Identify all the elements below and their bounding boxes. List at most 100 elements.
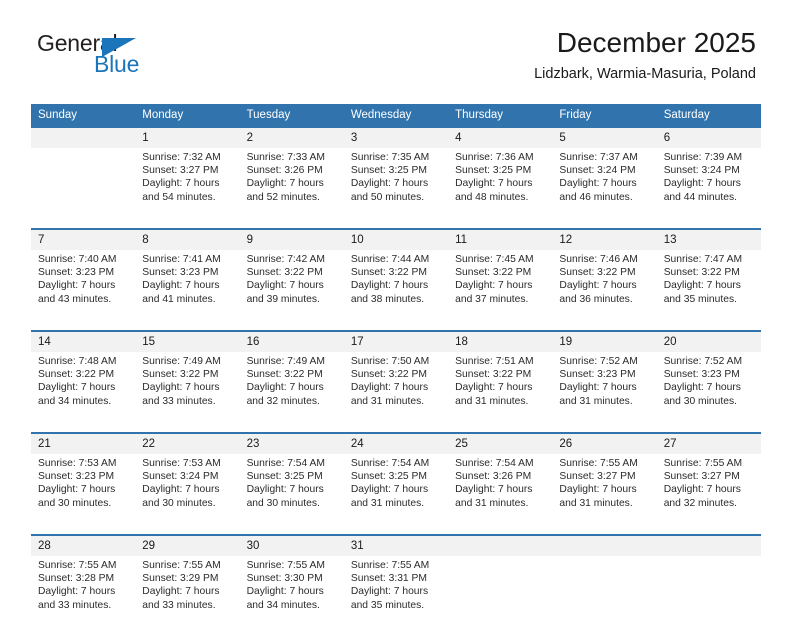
day-cell[interactable]: Sunrise: 7:42 AM Sunset: 3:22 PM Daylight:… bbox=[239, 250, 344, 325]
day-number[interactable]: 4 bbox=[448, 128, 553, 148]
sunrise-text: Sunrise: 7:32 AM bbox=[142, 152, 221, 163]
day-cell[interactable]: Sunrise: 7:52 AM Sunset: 3:23 PM Daylight:… bbox=[656, 352, 761, 427]
day-number[interactable]: 21 bbox=[31, 432, 136, 454]
day-cell[interactable]: Sunrise: 7:41 AM Sunset: 3:23 PM Daylight:… bbox=[135, 250, 240, 325]
day-number[interactable]: 18 bbox=[448, 330, 553, 352]
day-cell[interactable]: Sunrise: 7:52 AM Sunset: 3:23 PM Daylight:… bbox=[552, 352, 657, 427]
day-cell[interactable]: Sunrise: 7:33 AM Sunset: 3:26 PM Daylight:… bbox=[239, 148, 344, 223]
daylight-text: and 44 minutes. bbox=[663, 191, 737, 203]
sunset-text: Sunset: 3:22 PM bbox=[663, 267, 740, 279]
weekday-header-thursday: Thursday bbox=[448, 104, 553, 128]
weekday-header-friday: Friday bbox=[552, 104, 657, 128]
day-cell[interactable]: Sunrise: 7:51 AM Sunset: 3:22 PM Daylight:… bbox=[448, 352, 553, 427]
day-cell[interactable]: Sunrise: 7:39 AM Sunset: 3:24 PM Daylight:… bbox=[656, 148, 761, 223]
day-number[interactable]: 30 bbox=[239, 534, 344, 556]
day-number[interactable]: 23 bbox=[239, 432, 344, 454]
daylight-text: and 32 minutes. bbox=[246, 395, 320, 407]
day-number[interactable]: 17 bbox=[343, 330, 449, 352]
daylight-text: Daylight: 7 hours bbox=[350, 586, 429, 598]
day-number-empty bbox=[656, 534, 761, 556]
day-cell[interactable]: Sunrise: 7:45 AM Sunset: 3:22 PM Daylight:… bbox=[448, 250, 553, 325]
sunset-text: Sunset: 3:26 PM bbox=[455, 471, 532, 483]
day-cell[interactable]: Sunrise: 7:54 AM Sunset: 3:26 PM Daylight:… bbox=[448, 454, 553, 529]
day-number[interactable]: 12 bbox=[552, 228, 657, 250]
day-cell[interactable]: Sunrise: 7:47 AM Sunset: 3:22 PM Daylight:… bbox=[656, 250, 761, 325]
day-number[interactable]: 11 bbox=[448, 228, 553, 250]
day-number[interactable]: 7 bbox=[31, 228, 136, 250]
day-cell[interactable]: Sunrise: 7:32 AM Sunset: 3:27 PM Daylight:… bbox=[135, 148, 240, 223]
day-number[interactable]: 8 bbox=[135, 228, 240, 250]
day-number[interactable]: 24 bbox=[343, 432, 449, 454]
daylight-text: Daylight: 7 hours bbox=[246, 280, 324, 292]
daylight-text: Daylight: 7 hours bbox=[142, 178, 220, 190]
day-number[interactable]: 13 bbox=[656, 228, 761, 250]
day-number[interactable]: 2 bbox=[239, 128, 344, 148]
day-number[interactable]: 26 bbox=[552, 432, 657, 454]
day-number[interactable]: 16 bbox=[239, 330, 344, 352]
day-number[interactable]: 1 bbox=[135, 128, 240, 148]
day-cell[interactable]: Sunrise: 7:53 AM Sunset: 3:23 PM Daylight:… bbox=[31, 454, 136, 529]
day-cell[interactable]: Sunrise: 7:55 AM Sunset: 3:29 PM Daylight:… bbox=[135, 556, 240, 631]
day-number[interactable]: 19 bbox=[552, 330, 657, 352]
day-number[interactable]: 3 bbox=[343, 128, 449, 148]
sunrise-text: Sunrise: 7:39 AM bbox=[663, 152, 743, 163]
day-cell-empty bbox=[448, 556, 553, 631]
daylight-text: and 31 minutes. bbox=[455, 497, 529, 509]
day-cell[interactable]: Sunrise: 7:46 AM Sunset: 3:22 PM Daylight:… bbox=[552, 250, 657, 325]
day-cell[interactable]: Sunrise: 7:55 AM Sunset: 3:30 PM Daylight:… bbox=[239, 556, 344, 631]
sunset-text: Sunset: 3:22 PM bbox=[38, 369, 115, 381]
day-cell[interactable]: Sunrise: 7:44 AM Sunset: 3:22 PM Daylight:… bbox=[343, 250, 449, 325]
daylight-text: Daylight: 7 hours bbox=[38, 586, 116, 598]
day-cell[interactable]: Sunrise: 7:49 AM Sunset: 3:22 PM Daylight:… bbox=[239, 352, 344, 427]
day-number[interactable]: 9 bbox=[239, 228, 344, 250]
sunset-text: Sunset: 3:25 PM bbox=[455, 165, 532, 177]
daylight-text: Daylight: 7 hours bbox=[142, 586, 220, 598]
day-number[interactable]: 25 bbox=[448, 432, 553, 454]
brand-logo[interactable]: General Blue bbox=[34, 30, 234, 84]
day-cell[interactable]: Sunrise: 7:35 AM Sunset: 3:25 PM Daylight:… bbox=[343, 148, 449, 223]
day-number[interactable]: 27 bbox=[656, 432, 761, 454]
calendar-page: General Blue December 2025 Lidzbark, War… bbox=[0, 0, 792, 631]
day-cell[interactable]: Sunrise: 7:54 AM Sunset: 3:25 PM Daylight:… bbox=[239, 454, 344, 529]
day-cell[interactable]: Sunrise: 7:55 AM Sunset: 3:28 PM Daylight:… bbox=[31, 556, 136, 631]
day-cell[interactable]: Sunrise: 7:37 AM Sunset: 3:24 PM Daylight:… bbox=[552, 148, 657, 223]
daylight-text: and 35 minutes. bbox=[663, 293, 737, 305]
weekday-header-row: Sunday Monday Tuesday Wednesday Thursday… bbox=[31, 104, 761, 128]
sunset-text: Sunset: 3:22 PM bbox=[246, 267, 323, 279]
day-number[interactable]: 22 bbox=[135, 432, 240, 454]
day-number[interactable]: 5 bbox=[552, 128, 657, 148]
sunset-text: Sunset: 3:22 PM bbox=[246, 369, 323, 381]
day-cell[interactable]: Sunrise: 7:36 AM Sunset: 3:25 PM Daylight:… bbox=[448, 148, 553, 223]
day-cell[interactable]: Sunrise: 7:50 AM Sunset: 3:22 PM Daylight:… bbox=[343, 352, 449, 427]
sunset-text: Sunset: 3:22 PM bbox=[455, 267, 532, 279]
day-cell[interactable]: Sunrise: 7:53 AM Sunset: 3:24 PM Daylight:… bbox=[135, 454, 240, 529]
day-number[interactable]: 14 bbox=[31, 330, 136, 352]
weekday-header-wednesday: Wednesday bbox=[343, 104, 449, 128]
sunrise-text: Sunrise: 7:55 AM bbox=[38, 560, 117, 571]
day-number[interactable]: 10 bbox=[343, 228, 449, 250]
sunrise-text: Sunrise: 7:54 AM bbox=[350, 458, 430, 469]
sunrise-text: Sunrise: 7:45 AM bbox=[455, 254, 534, 265]
day-cell-empty bbox=[656, 556, 761, 631]
daylight-text: and 39 minutes. bbox=[246, 293, 320, 305]
day-cell[interactable]: Sunrise: 7:55 AM Sunset: 3:27 PM Daylight:… bbox=[552, 454, 657, 529]
day-number[interactable]: 20 bbox=[656, 330, 761, 352]
day-cell[interactable]: Sunrise: 7:55 AM Sunset: 3:27 PM Daylight:… bbox=[656, 454, 761, 529]
sunrise-text: Sunrise: 7:47 AM bbox=[663, 254, 743, 265]
day-number[interactable]: 15 bbox=[135, 330, 240, 352]
day-number-empty bbox=[448, 534, 553, 556]
day-number[interactable]: 31 bbox=[343, 534, 449, 556]
sunrise-text: Sunrise: 7:55 AM bbox=[559, 458, 638, 469]
day-cell[interactable]: Sunrise: 7:55 AM Sunset: 3:31 PM Daylight:… bbox=[343, 556, 449, 631]
sunrise-text: Sunrise: 7:50 AM bbox=[350, 356, 430, 367]
day-cell[interactable]: Sunrise: 7:54 AM Sunset: 3:25 PM Daylight:… bbox=[343, 454, 449, 529]
week-detail-row: Sunrise: 7:48 AM Sunset: 3:22 PM Daylight:… bbox=[31, 352, 761, 427]
day-cell[interactable]: Sunrise: 7:49 AM Sunset: 3:22 PM Daylight:… bbox=[135, 352, 240, 427]
day-number[interactable]: 6 bbox=[656, 128, 761, 148]
day-number[interactable]: 29 bbox=[135, 534, 240, 556]
day-number[interactable]: 28 bbox=[31, 534, 136, 556]
daylight-text: and 33 minutes. bbox=[142, 599, 216, 611]
sunset-text: Sunset: 3:28 PM bbox=[38, 573, 115, 585]
day-cell[interactable]: Sunrise: 7:40 AM Sunset: 3:23 PM Daylight:… bbox=[31, 250, 136, 325]
day-cell[interactable]: Sunrise: 7:48 AM Sunset: 3:22 PM Daylight:… bbox=[31, 352, 136, 427]
